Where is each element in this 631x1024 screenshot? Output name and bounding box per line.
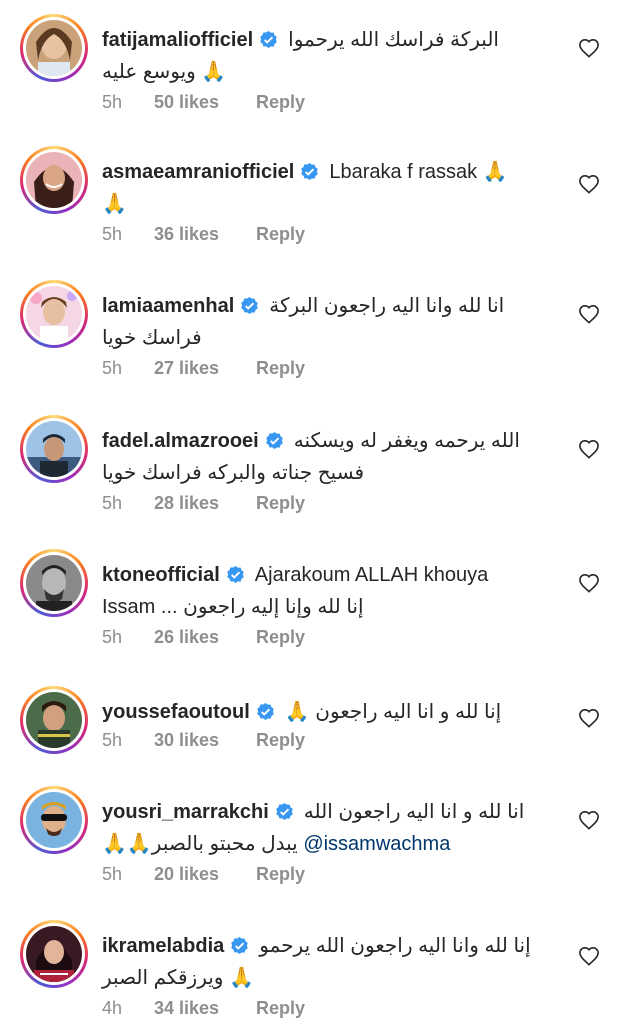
comment-likes[interactable]: 27 likes <box>154 358 256 379</box>
comment-time: 5h <box>102 864 123 884</box>
comment-meta: 5h 50 likes Reply <box>102 92 305 113</box>
reply-button[interactable]: Reply <box>256 864 305 885</box>
heart-outline-icon[interactable] <box>578 304 600 324</box>
comment-text-continued: 🙏 <box>102 193 127 215</box>
reply-button[interactable]: Reply <box>256 358 305 379</box>
avatar[interactable] <box>20 415 88 483</box>
verified-badge-icon <box>260 30 277 49</box>
comments-list: fatijamaliofficiel البركة فراسك الله يرحم… <box>0 0 631 1024</box>
comment-username[interactable]: fadel.almazrooei <box>102 430 259 452</box>
verified-badge-icon <box>276 802 293 821</box>
reply-button[interactable]: Reply <box>256 627 305 648</box>
comment-username[interactable]: asmaeamraniofficiel <box>102 161 294 183</box>
comment-time: 5h <box>102 358 123 378</box>
comment-username[interactable]: lamiaamenhal <box>102 295 234 317</box>
comment-likes[interactable]: 20 likes <box>154 864 256 885</box>
comment-text: البركة فراسك الله يرحموا <box>288 29 499 51</box>
comment-time: 5h <box>102 730 123 750</box>
reply-button[interactable]: Reply <box>256 92 305 113</box>
avatar[interactable] <box>20 146 88 214</box>
comment-text-continued: فراسك خويا <box>102 327 202 349</box>
verified-badge-icon <box>231 936 249 955</box>
reply-button[interactable]: Reply <box>256 493 305 514</box>
comment-text: الله يرحمه ويغفر له ويسكنه <box>293 430 520 452</box>
comment-text: Lbaraka f rassak 🙏 <box>329 161 508 183</box>
comment-text: انا لله و انا اليه راجعون الله <box>303 801 525 823</box>
heart-outline-icon[interactable] <box>578 810 600 830</box>
avatar[interactable] <box>20 280 88 348</box>
comment-text: إنا لله وانا اليه راجعون الله يرحمو <box>259 935 531 957</box>
heart-outline-icon[interactable] <box>578 708 600 728</box>
comment-likes[interactable]: 34 likes <box>154 998 256 1019</box>
comment-username[interactable]: yousri_marrakchi <box>102 801 269 823</box>
mention-link[interactable]: @issamwachma <box>303 833 450 855</box>
comment-meta: 5h 28 likes Reply <box>102 493 305 514</box>
comment-time: 5h <box>102 493 123 513</box>
heart-outline-icon[interactable] <box>578 439 600 459</box>
comment-username[interactable]: youssefaoutoul <box>102 701 250 723</box>
reply-button[interactable]: Reply <box>256 730 305 751</box>
comment-username[interactable]: ktoneofficial <box>102 564 220 586</box>
reply-button[interactable]: Reply <box>256 998 305 1019</box>
comment-username[interactable]: fatijamaliofficiel <box>102 29 253 51</box>
comment-likes[interactable]: 30 likes <box>154 730 256 751</box>
comment-time: 5h <box>102 92 123 112</box>
comment-text: إنا لله و انا اليه راجعون 🙏 <box>284 701 502 723</box>
avatar[interactable] <box>20 686 88 754</box>
comment-text-continued: فسيح جناته والبركه فراسك خويا <box>102 462 365 484</box>
avatar[interactable] <box>20 14 88 82</box>
comment-meta: 5h 30 likes Reply <box>102 730 305 751</box>
avatar[interactable] <box>20 786 88 854</box>
verified-badge-icon <box>301 162 319 181</box>
comment-time: 4h <box>102 998 123 1018</box>
verified-badge-icon <box>265 431 283 450</box>
comment-text-continued: Issam ... إنا لله وإنا إليه راجعون <box>102 596 364 618</box>
heart-outline-icon[interactable] <box>578 946 600 966</box>
heart-outline-icon[interactable] <box>578 38 600 58</box>
comment-text-continued: 🙏 ويوسع عليه <box>102 61 227 83</box>
comment-meta: 5h 20 likes Reply <box>102 864 305 885</box>
comment-text-arabic: يبدل محبتو بالصبر🙏🙏 <box>102 833 298 855</box>
comment-meta: 4h 34 likes Reply <box>102 998 305 1019</box>
comment-meta: 5h 36 likes Reply <box>102 224 305 245</box>
comment-text-continued: 🙏 ويرزقكم الصبر <box>102 967 254 989</box>
verified-badge-icon <box>257 702 274 721</box>
comment-text: Ajarakoum ALLAH khouya <box>254 564 489 586</box>
comment-meta: 5h 26 likes Reply <box>102 627 305 648</box>
comment-likes[interactable]: 36 likes <box>154 224 256 245</box>
comment-username[interactable]: ikramelabdia <box>102 935 224 957</box>
comment-likes[interactable]: 50 likes <box>154 92 256 113</box>
heart-outline-icon[interactable] <box>578 573 600 593</box>
heart-outline-icon[interactable] <box>578 174 600 194</box>
comment-likes[interactable]: 26 likes <box>154 627 256 648</box>
comment-text-continued: يبدل محبتو بالصبر🙏🙏 @issamwachma <box>102 828 567 860</box>
comment-likes[interactable]: 28 likes <box>154 493 256 514</box>
comment-time: 5h <box>102 627 123 647</box>
comment-meta: 5h 27 likes Reply <box>102 358 305 379</box>
comment-time: 5h <box>102 224 123 244</box>
verified-badge-icon <box>227 565 244 584</box>
verified-badge-icon <box>241 296 259 315</box>
reply-button[interactable]: Reply <box>256 224 305 245</box>
avatar[interactable] <box>20 549 88 617</box>
avatar[interactable] <box>20 920 88 988</box>
comment-text: انا لله وانا اليه راجعون البركة <box>269 295 505 317</box>
